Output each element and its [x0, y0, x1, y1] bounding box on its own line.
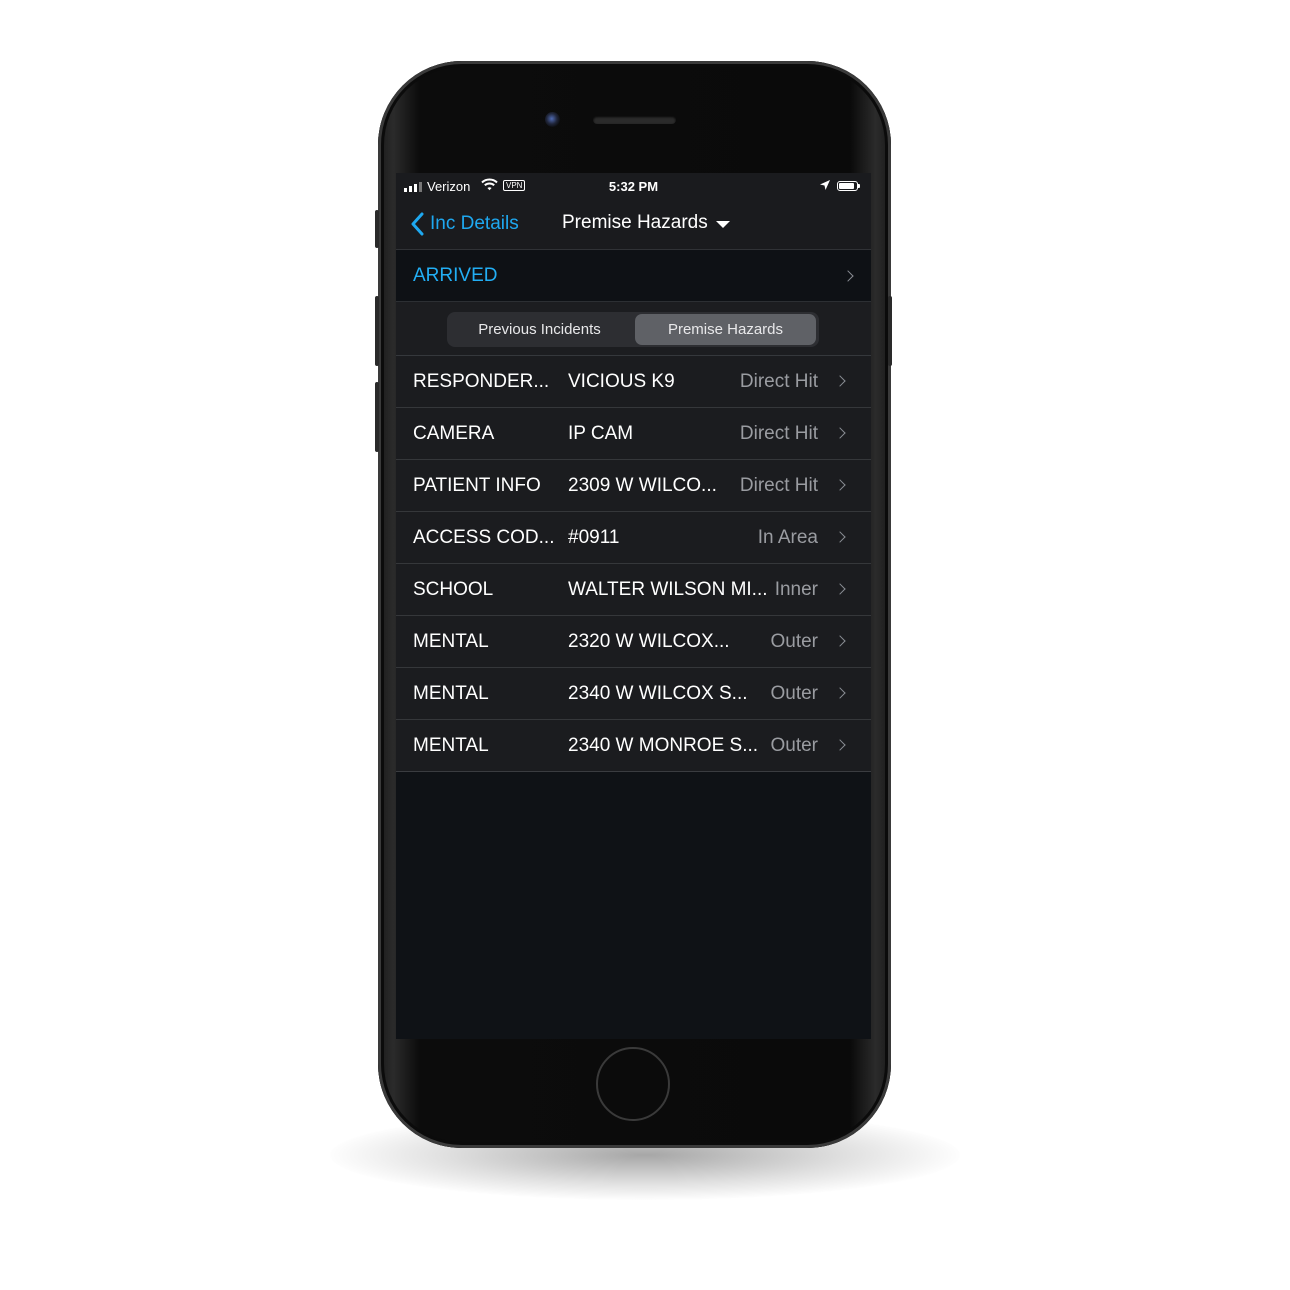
- battery-icon: [837, 181, 860, 191]
- chevron-right-icon: [834, 583, 846, 595]
- hazard-row[interactable]: SCHOOL WALTER WILSON MI... Inner: [396, 564, 871, 616]
- chevron-left-icon: [411, 212, 424, 236]
- hazard-description: 2309 W WILCO...: [568, 475, 717, 496]
- hazard-description: 2340 W WILCOX S...: [568, 683, 748, 704]
- hazard-row[interactable]: PATIENT INFO 2309 W WILCO... Direct Hit: [396, 460, 871, 512]
- app-screen: Verizon VPN 5:32 PM Inc Details Premise …: [396, 173, 871, 1039]
- navigation-bar: Inc Details Premise Hazards: [396, 199, 871, 250]
- chevron-right-icon: [834, 635, 846, 647]
- hazard-description: 2320 W WILCOX...: [568, 631, 730, 652]
- mute-switch: [375, 210, 379, 248]
- chevron-right-icon: [842, 270, 854, 282]
- incident-status-label: ARRIVED: [413, 265, 498, 286]
- hazard-description: 2340 W MONROE S...: [568, 735, 759, 756]
- hazard-proximity: In Area: [757, 527, 818, 548]
- page-title: Premise Hazards: [562, 212, 708, 233]
- hazard-proximity: Direct Hit: [739, 371, 818, 392]
- volume-up-button: [375, 296, 379, 366]
- hazard-row[interactable]: MENTAL 2340 W WILCOX S... Outer: [396, 668, 871, 720]
- chevron-right-icon: [834, 739, 846, 751]
- hazard-proximity: Direct Hit: [739, 423, 818, 444]
- hazard-proximity: Direct Hit: [739, 475, 818, 496]
- earpiece-speaker: [593, 116, 676, 124]
- chevron-right-icon: [834, 479, 846, 491]
- hazard-type: PATIENT INFO: [413, 475, 541, 496]
- hazard-type: CAMERA: [413, 423, 495, 444]
- front-camera: [545, 112, 560, 127]
- view-selector-dropdown[interactable]: Premise Hazards: [562, 212, 730, 234]
- hazard-type: MENTAL: [413, 735, 489, 756]
- hazard-proximity: Outer: [770, 631, 818, 652]
- tab-premise-hazards[interactable]: Premise Hazards: [635, 314, 816, 345]
- incident-status-row[interactable]: ARRIVED: [396, 250, 871, 302]
- hazard-proximity: Outer: [770, 735, 818, 756]
- chevron-right-icon: [834, 427, 846, 439]
- status-bar: Verizon VPN 5:32 PM: [396, 173, 871, 199]
- hazard-description: VICIOUS K9: [568, 371, 675, 392]
- caret-down-icon: [715, 220, 730, 228]
- hazard-proximity: Inner: [774, 579, 818, 600]
- hazard-description: WALTER WILSON MI...: [568, 579, 768, 600]
- hazard-type: MENTAL: [413, 631, 489, 652]
- segmented-control: Previous Incidents Premise Hazards: [447, 312, 819, 347]
- hazard-row[interactable]: CAMERA IP CAM Direct Hit: [396, 408, 871, 460]
- hazard-type: RESPONDER...: [413, 371, 550, 392]
- power-button: [888, 296, 892, 366]
- back-button[interactable]: Inc Details: [410, 209, 519, 239]
- hazard-row[interactable]: MENTAL 2320 W WILCOX... Outer: [396, 616, 871, 668]
- hazard-proximity: Outer: [770, 683, 818, 704]
- clock: 5:32 PM: [608, 179, 659, 194]
- chevron-right-icon: [834, 687, 846, 699]
- hazard-description: #0911: [568, 527, 620, 548]
- volume-down-button: [375, 382, 379, 452]
- hazard-row[interactable]: RESPONDER... VICIOUS K9 Direct Hit: [396, 356, 871, 408]
- chevron-right-icon: [834, 375, 846, 387]
- hazard-row[interactable]: MENTAL 2340 W MONROE S... Outer: [396, 720, 871, 772]
- hazard-type: ACCESS COD...: [413, 527, 555, 548]
- hazard-row[interactable]: ACCESS COD... #0911 In Area: [396, 512, 871, 564]
- hazard-type: MENTAL: [413, 683, 489, 704]
- hazard-type: SCHOOL: [413, 579, 494, 600]
- location-arrow-icon: [819, 179, 831, 194]
- hazard-list: RESPONDER... VICIOUS K9 Direct Hit CAMER…: [396, 356, 871, 772]
- back-button-label: Inc Details: [430, 213, 519, 234]
- tab-previous-incidents[interactable]: Previous Incidents: [449, 314, 630, 345]
- segment-bar: Previous Incidents Premise Hazards: [396, 302, 871, 356]
- hazard-description: IP CAM: [568, 423, 634, 444]
- home-button[interactable]: [596, 1047, 670, 1121]
- chevron-right-icon: [834, 531, 846, 543]
